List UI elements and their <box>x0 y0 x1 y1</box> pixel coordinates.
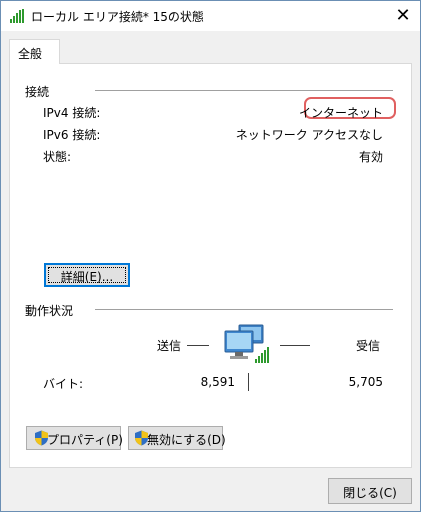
close-window-icon[interactable]: ✕ <box>386 1 420 31</box>
details-button-label: 詳細(E)... <box>60 270 114 284</box>
bytes-label: バイト: <box>43 377 84 391</box>
close-button-label: 閉じる(C) <box>343 486 397 500</box>
properties-button[interactable]: プロパティ(P) <box>26 426 123 450</box>
received-line <box>280 345 310 346</box>
connection-group-title: 接続 <box>25 85 50 99</box>
ipv6-label: IPv6 接続: <box>43 128 101 142</box>
details-button[interactable]: 詳細(E)... <box>44 263 130 287</box>
close-button[interactable]: 閉じる(C) <box>328 478 412 504</box>
disable-button-label: 無効にする(D) <box>147 433 226 447</box>
activity-group-divider <box>95 309 393 310</box>
received-label: 受信 <box>356 339 381 353</box>
status-label: 状態: <box>43 150 72 164</box>
window-title: ローカル エリア接続* 15の状態 <box>31 10 204 24</box>
tab-general[interactable]: 全般 <box>9 39 60 64</box>
signal-bars-icon <box>10 9 24 23</box>
status-dialog: ローカル エリア接続* 15の状態 ✕ 全般 接続 IPv4 接続: インターネ… <box>0 0 421 512</box>
title-bar[interactable]: ローカル エリア接続* 15の状態 ✕ <box>1 1 420 31</box>
bytes-sent-value: 8,591 <box>200 375 235 389</box>
activity-group-title: 動作状況 <box>25 304 74 318</box>
ipv6-value: ネットワーク アクセスなし <box>235 128 383 142</box>
status-value: 有効 <box>358 150 383 164</box>
properties-button-label: プロパティ(P) <box>47 433 123 447</box>
sent-label: 送信 <box>157 339 182 353</box>
ipv4-label: IPv4 接続: <box>43 106 101 120</box>
sent-line <box>187 345 209 346</box>
network-computers-icon <box>224 324 269 363</box>
disable-button[interactable]: 無効にする(D) <box>128 426 226 450</box>
activity-divider <box>248 373 249 391</box>
bytes-received-value: 5,705 <box>348 375 383 389</box>
general-panel: 接続 IPv4 接続: インターネット IPv6 接続: ネットワーク アクセス… <box>9 63 412 468</box>
connection-group-divider <box>95 90 393 91</box>
tab-general-label: 全般 <box>18 47 43 61</box>
ipv4-value: インターネット <box>298 106 383 120</box>
